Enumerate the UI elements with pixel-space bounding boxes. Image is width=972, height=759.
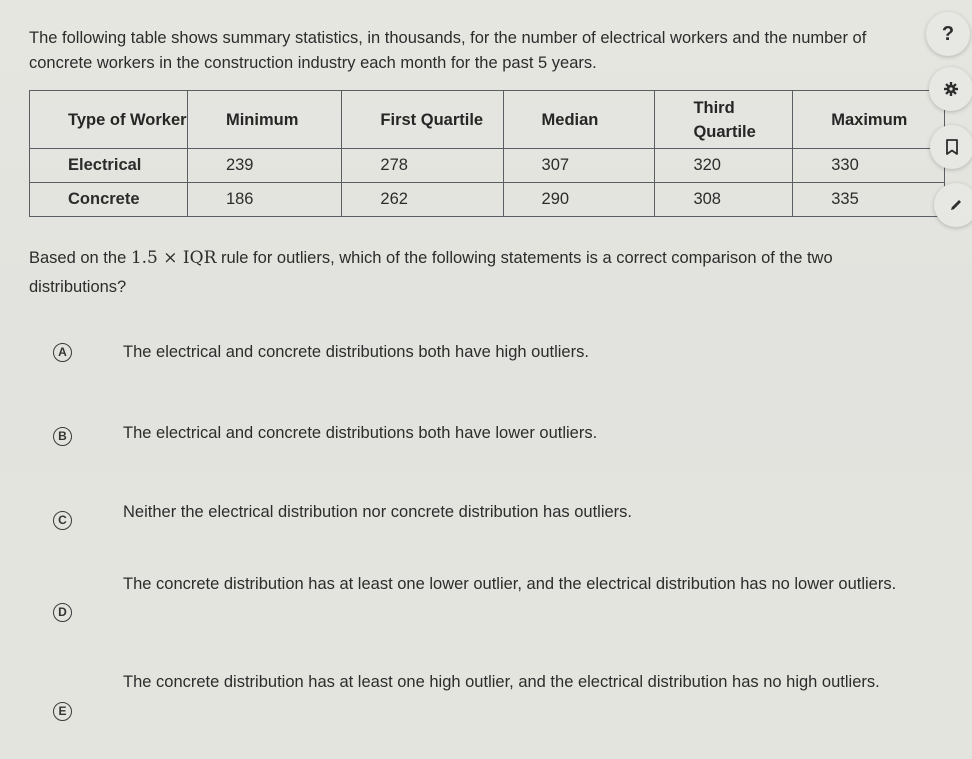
pencil-icon: [951, 200, 961, 210]
cell-minimum: 239: [186, 148, 343, 183]
header-maximum: Maximum: [792, 90, 945, 149]
annotate-button[interactable]: [934, 183, 972, 227]
header-minimum: Minimum: [186, 90, 343, 149]
row-label: Concrete: [29, 182, 188, 217]
table-row: Concrete 186 262 290 308 335: [29, 182, 945, 217]
intro-text: The following table shows summary statis…: [29, 29, 867, 72]
table-row: Electrical 239 278 307 320 330: [29, 148, 945, 183]
cell-median: 290: [502, 182, 656, 217]
gear-icon: [944, 82, 958, 96]
option-letter-d[interactable]: D: [53, 603, 72, 622]
help-icon: ?: [941, 22, 955, 45]
bookmark-icon: [946, 139, 958, 155]
option-text-e[interactable]: The concrete distribution has at least o…: [123, 668, 903, 696]
table-header-row: Type of Worker Minimum First Quartile Me…: [29, 90, 945, 149]
header-type-of-worker: Type of Worker: [29, 90, 188, 149]
row-label: Electrical: [29, 148, 188, 183]
header-third-quartile: Third Quartile: [654, 90, 794, 149]
cell-third-quartile: 320: [654, 148, 794, 183]
option-letter-c[interactable]: C: [53, 511, 72, 530]
question-text-before: Based on the: [29, 249, 131, 267]
cell-maximum: 330: [792, 148, 945, 183]
cell-minimum: 186: [186, 182, 343, 217]
help-button[interactable]: ?: [926, 12, 970, 56]
settings-button[interactable]: [929, 67, 972, 111]
cell-maximum: 335: [792, 182, 945, 217]
summary-statistics-table: Type of Worker Minimum First Quartile Me…: [29, 90, 945, 217]
cell-median: 307: [502, 148, 656, 183]
header-median: Median: [502, 90, 656, 149]
option-letter-e[interactable]: E: [53, 702, 72, 721]
option-text-a[interactable]: The electrical and concrete distribution…: [123, 338, 903, 366]
bookmark-button[interactable]: [930, 125, 972, 169]
option-text-c[interactable]: Neither the electrical distribution nor …: [123, 498, 903, 526]
option-text-d[interactable]: The concrete distribution has at least o…: [123, 570, 903, 598]
cell-first-quartile: 278: [341, 148, 504, 183]
cell-first-quartile: 262: [341, 182, 504, 217]
header-first-quartile: First Quartile: [341, 90, 504, 149]
cell-third-quartile: 308: [654, 182, 794, 217]
option-text-b[interactable]: The electrical and concrete distribution…: [123, 419, 903, 447]
iqr-formula: 1.5 × IQR: [130, 248, 217, 268]
option-letter-b[interactable]: B: [53, 427, 72, 446]
option-letter-a[interactable]: A: [53, 343, 72, 362]
question-stem: Based on the 1.5 × IQR rule for outliers…: [29, 244, 909, 302]
